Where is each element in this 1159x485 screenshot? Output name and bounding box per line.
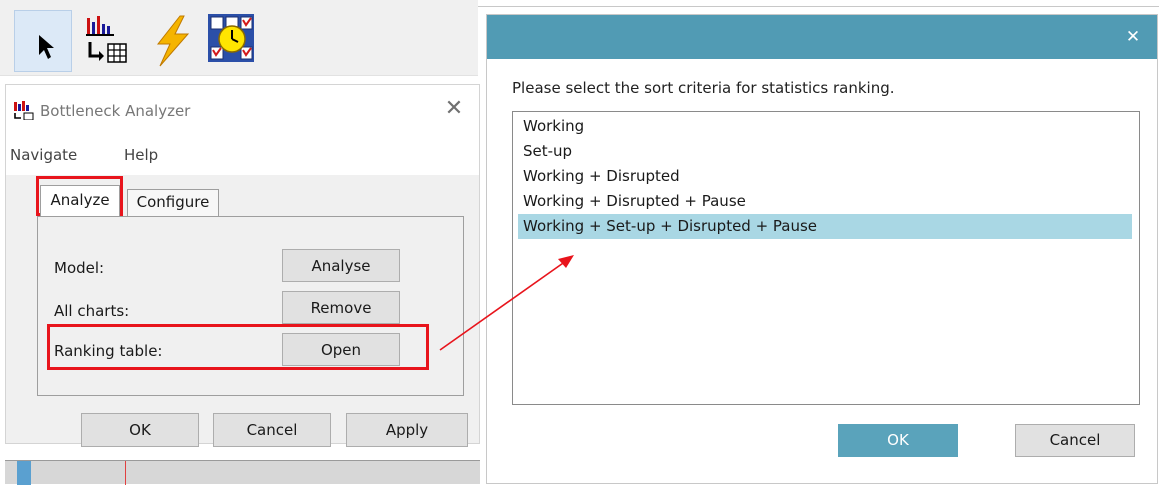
remove-button[interactable]: Remove [282, 291, 400, 324]
sort-criteria-listbox[interactable]: Working Set-up Working + Disrupted Worki… [512, 111, 1140, 405]
cancel-button[interactable]: Cancel [213, 413, 331, 447]
list-item[interactable]: Working + Disrupted [518, 164, 1132, 189]
select-tool-button[interactable] [14, 10, 72, 72]
background-window-strip [5, 460, 480, 485]
apply-button[interactable]: Apply [346, 413, 468, 447]
chart-to-table-button[interactable] [84, 12, 136, 68]
menu-bar: Navigate Help [6, 135, 479, 175]
list-item[interactable]: Set-up [518, 139, 1132, 164]
clock-grid-button[interactable] [206, 12, 258, 66]
titlebar: Bottleneck Analyzer ✕ [6, 85, 479, 135]
bottleneck-analyzer-dialog: Bottleneck Analyzer ✕ Navigate Help Anal… [5, 84, 480, 447]
ranking-table-highlight [47, 324, 429, 370]
tab-analyze[interactable]: Analyze [40, 185, 120, 216]
close-icon[interactable]: ✕ [439, 95, 469, 123]
list-item-selected[interactable]: Working + Set-up + Disrupted + Pause [518, 214, 1132, 239]
dialog-title: Bottleneck Analyzer [40, 102, 191, 120]
close-icon[interactable]: ✕ [1123, 27, 1143, 47]
menu-navigate[interactable]: Navigate [10, 146, 77, 164]
lightning-button[interactable] [150, 14, 198, 68]
strip-marker [17, 461, 31, 485]
strip-redline [125, 461, 126, 485]
ok-button[interactable]: OK [838, 424, 958, 457]
list-item[interactable]: Working + Disrupted + Pause [518, 189, 1132, 214]
sort-criteria-dialog: ✕ Please select the sort criteria for st… [486, 14, 1158, 484]
clock-grid-icon [208, 14, 254, 62]
sort-prompt: Please select the sort criteria for stat… [512, 79, 895, 97]
menu-help[interactable]: Help [124, 146, 158, 164]
dialog-titlebar: ✕ [487, 15, 1157, 59]
screen-divider-line [478, 6, 1159, 7]
analyse-button[interactable]: Analyse [282, 249, 400, 282]
list-item[interactable]: Working [518, 114, 1132, 139]
bottleneck-analyzer-icon [14, 101, 34, 120]
lightning-icon [156, 15, 190, 67]
all-charts-label: All charts: [54, 302, 130, 320]
tab-configure[interactable]: Configure [127, 189, 219, 216]
chart-to-table-icon [86, 16, 127, 63]
pointer-arrow-icon [39, 35, 54, 59]
cancel-button[interactable]: Cancel [1015, 424, 1135, 457]
ok-button[interactable]: OK [81, 413, 199, 447]
model-label: Model: [54, 259, 105, 277]
toolbar [0, 0, 478, 76]
